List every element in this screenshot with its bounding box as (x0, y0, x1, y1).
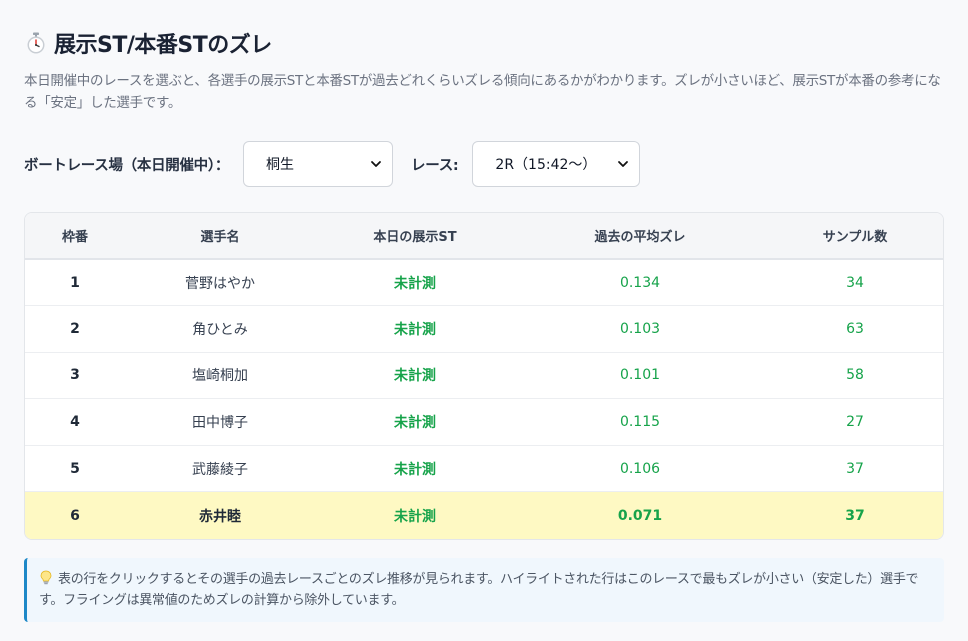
venue-select-value: 桐生 (266, 157, 295, 173)
table-row[interactable]: 1 菅野はやか 未計測 0.134 34 (25, 259, 943, 306)
race-select[interactable]: 2R（15:42〜） (472, 141, 641, 187)
col-header-name: 選手名 (200, 230, 240, 245)
stopwatch-icon (24, 31, 48, 55)
col-header-today-st: 本日の展示ST (373, 230, 457, 245)
filter-controls: ボートレース場（本日開催中）： 桐生 レース: 2R（15:42〜） (24, 140, 944, 188)
cell-avg-diff: 0.071 (617, 507, 663, 524)
cell-avg-diff: 0.134 (619, 274, 661, 291)
table-row[interactable]: 5 武藤綾子 未計測 0.106 37 (25, 445, 943, 492)
col-header-avg-diff: 過去の平均ズレ (594, 230, 686, 245)
cell-avg-diff: 0.101 (619, 367, 661, 384)
cell-samples: 37 (845, 507, 865, 524)
col-header-samples: サンプル数 (822, 230, 888, 245)
page-title-text: 展示ST/本番STのズレ (54, 33, 272, 58)
lightbulb-icon (39, 570, 53, 585)
venue-select[interactable]: 桐生 (243, 141, 394, 187)
cell-today-st: 未計測 (394, 321, 436, 338)
cell-name: 角ひとみ (192, 321, 248, 338)
cell-name: 武藤綾子 (192, 461, 248, 478)
cell-samples: 63 (846, 320, 864, 337)
cell-samples: 37 (846, 460, 864, 477)
cell-name: 赤井睦 (199, 508, 241, 525)
cell-name: 菅野はやか (185, 275, 255, 292)
st-diff-table: 枠番 選手名 本日の展示ST 過去の平均ズレ サンプル数 1 菅野はやか 未計測… (25, 213, 943, 539)
cell-today-st: 未計測 (394, 415, 436, 432)
page-description: 本日開催中のレースを選ぶと、各選手の展示STと本番STが過去どれくらいズレる傾向… (24, 73, 941, 111)
cell-avg-diff: 0.103 (619, 320, 661, 337)
cell-today-st: 未計測 (394, 275, 436, 292)
table-row[interactable]: 4 田中博子 未計測 0.115 27 (25, 398, 943, 446)
cell-samples: 34 (846, 274, 864, 291)
race-select-value: 2R（15:42〜） (495, 157, 597, 173)
cell-samples: 58 (846, 367, 864, 384)
table-header-row: 枠番 選手名 本日の展示ST 過去の平均ズレ サンプル数 (25, 213, 943, 259)
chevron-down-icon (370, 158, 382, 170)
col-header-frame: 枠番 (61, 230, 88, 245)
venue-label: ボートレース場（本日開催中）： (24, 157, 230, 174)
cell-frame: 2 (70, 320, 80, 337)
race-label: レース: (411, 157, 459, 174)
cell-samples: 27 (846, 414, 864, 431)
cell-frame: 3 (70, 367, 80, 384)
cell-frame: 1 (70, 274, 80, 291)
info-note-text: 表の行をクリックするとその選手の過去レースごとのズレ推移が見られます。ハイライト… (39, 571, 919, 608)
st-diff-table-card: 枠番 選手名 本日の展示ST 過去の平均ズレ サンプル数 1 菅野はやか 未計測… (24, 212, 944, 540)
cell-name: 田中博子 (192, 415, 248, 432)
table-row[interactable]: 3 塩崎桐加 未計測 0.101 58 (25, 352, 943, 399)
table-row-highlighted[interactable]: 6 赤井睦 未計測 0.071 37 (25, 491, 943, 539)
cell-frame: 6 (70, 507, 80, 524)
cell-name: 塩崎桐加 (192, 368, 248, 385)
cell-today-st: 未計測 (394, 368, 436, 385)
cell-frame: 4 (70, 414, 80, 431)
cell-today-st: 未計測 (394, 461, 436, 478)
cell-avg-diff: 0.115 (619, 414, 661, 431)
cell-today-st: 未計測 (394, 508, 436, 525)
cell-avg-diff: 0.106 (619, 460, 661, 477)
page-title: 展示ST/本番STのズレ (24, 28, 944, 58)
table-row[interactable]: 2 角ひとみ 未計測 0.103 63 (25, 305, 943, 353)
chevron-down-icon (617, 158, 629, 170)
cell-frame: 5 (70, 460, 80, 477)
info-note: 表の行をクリックするとその選手の過去レースごとのズレ推移が見られます。ハイライト… (24, 557, 944, 622)
